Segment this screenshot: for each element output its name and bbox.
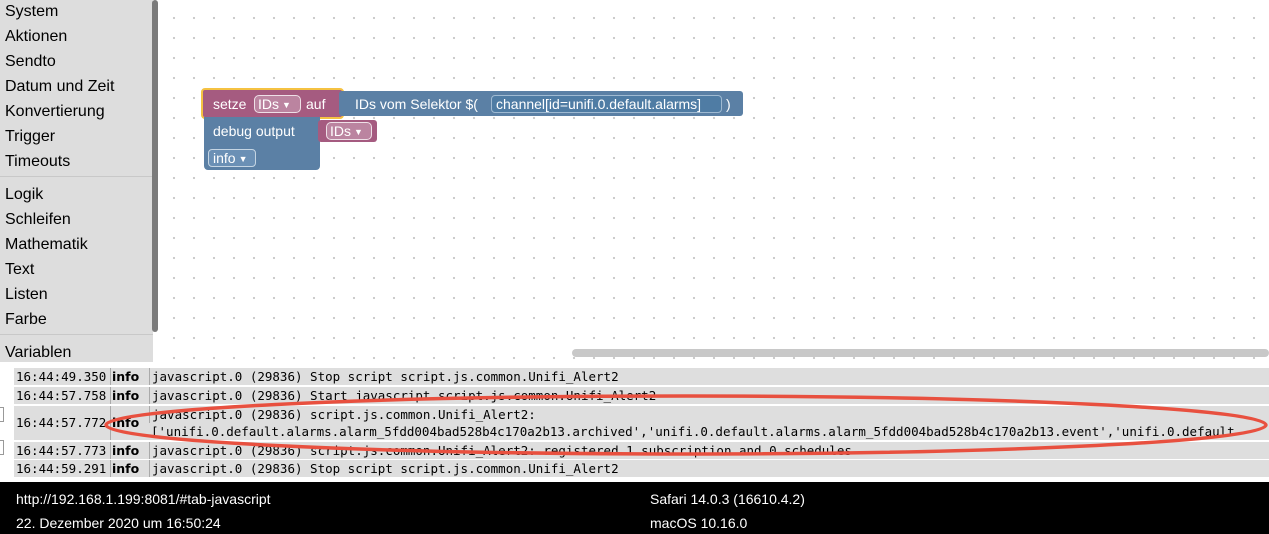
log-row: 16:44:57.772 info javascript.0 (29836) s… [14, 406, 1269, 440]
log-message: javascript.0 (29836) Stop script script.… [149, 368, 619, 385]
category-mathematik[interactable]: Mathematik [5, 235, 88, 255]
category-schleifen[interactable]: Schleifen [5, 210, 71, 230]
log-time: 16:44:59.291 [16, 461, 107, 476]
selector-value-field[interactable]: channel[id=unifi.0.default.alarms] [491, 95, 722, 113]
workspace-horizontal-scrollbar[interactable] [572, 349, 1269, 357]
capture-date: 22. Dezember 2020 um 16:50:24 [16, 515, 221, 531]
category-sendto[interactable]: Sendto [5, 52, 56, 72]
debug-level-value: info [213, 150, 236, 166]
category-timeouts[interactable]: Timeouts [5, 152, 70, 172]
log-gutter-marker [0, 407, 4, 422]
chevron-down-icon: ▼ [354, 127, 363, 137]
category-datum-und-zeit[interactable]: Datum und Zeit [5, 77, 114, 97]
category-listen[interactable]: Listen [5, 285, 48, 305]
log-level: info [112, 443, 140, 458]
log-message: javascript.0 (29836) Stop script script.… [149, 460, 619, 477]
log-level: info [112, 369, 140, 384]
toolbox-sidebar: System Aktionen Sendto Datum und Zeit Ko… [0, 0, 153, 362]
log-row: 16:44:57.758 info javascript.0 (29836) S… [14, 387, 1269, 404]
log-row: 16:44:59.291 info javascript.0 (29836) S… [14, 460, 1269, 477]
os-version: macOS 10.16.0 [650, 515, 748, 531]
category-system[interactable]: System [5, 2, 58, 22]
page-url: http://192.168.1.199:8081/#tab-javascrip… [16, 491, 271, 507]
category-konvertierung[interactable]: Konvertierung [5, 102, 105, 122]
blockly-workspace[interactable] [158, 0, 1269, 362]
debug-level-dropdown[interactable]: info ▼ [208, 149, 256, 167]
log-row: 16:44:49.350 info javascript.0 (29836) S… [14, 368, 1269, 385]
log-row: 16:44:57.773 info javascript.0 (29836) s… [14, 442, 1269, 459]
log-message: javascript.0 (29836) Start javascript sc… [149, 387, 656, 404]
log-time: 16:44:49.350 [16, 369, 107, 384]
category-farbe[interactable]: Farbe [5, 310, 47, 330]
toolbox-separator [0, 334, 153, 335]
log-gutter-marker [0, 440, 4, 455]
log-message: javascript.0 (29836) script.js.common.Un… [149, 406, 536, 423]
log-level: info [112, 461, 140, 476]
browser-version: Safari 14.0.3 (16610.4.2) [650, 491, 805, 507]
category-aktionen[interactable]: Aktionen [5, 27, 67, 47]
log-time: 16:44:57.772 [16, 415, 107, 430]
chevron-down-icon: ▼ [282, 100, 291, 110]
category-variablen[interactable]: Variablen [5, 343, 71, 362]
debug-variable-name: IDs [330, 123, 351, 139]
category-trigger[interactable]: Trigger [5, 127, 55, 147]
chevron-down-icon: ▼ [238, 154, 248, 164]
log-panel: 16:44:49.350 info javascript.0 (29836) S… [0, 362, 1269, 482]
log-time: 16:44:57.773 [16, 443, 107, 458]
set-keyword: setze [213, 96, 247, 112]
set-variable-dropdown[interactable]: IDs ▼ [254, 95, 301, 113]
category-text[interactable]: Text [5, 260, 34, 280]
debug-variable-dropdown[interactable]: IDs ▼ [326, 122, 372, 140]
set-to-keyword: auf [306, 96, 326, 112]
log-level: info [112, 388, 140, 403]
log-time: 16:44:57.758 [16, 388, 107, 403]
toolbox-separator [0, 176, 153, 177]
log-level: info [112, 415, 140, 430]
selector-close: ) [726, 96, 731, 112]
selector-label: IDs vom Selektor $( [355, 96, 478, 112]
log-message-continuation: ['unifi.0.default.alarms.alarm_5fdd004ba… [151, 424, 1235, 439]
screenshot-info-bar: http://192.168.1.199:8081/#tab-javascrip… [0, 482, 1269, 534]
category-logik[interactable]: Logik [5, 185, 43, 205]
debug-label: debug output [213, 123, 295, 139]
log-message: javascript.0 (29836) script.js.common.Un… [149, 442, 852, 459]
set-variable-name: IDs [258, 96, 279, 112]
